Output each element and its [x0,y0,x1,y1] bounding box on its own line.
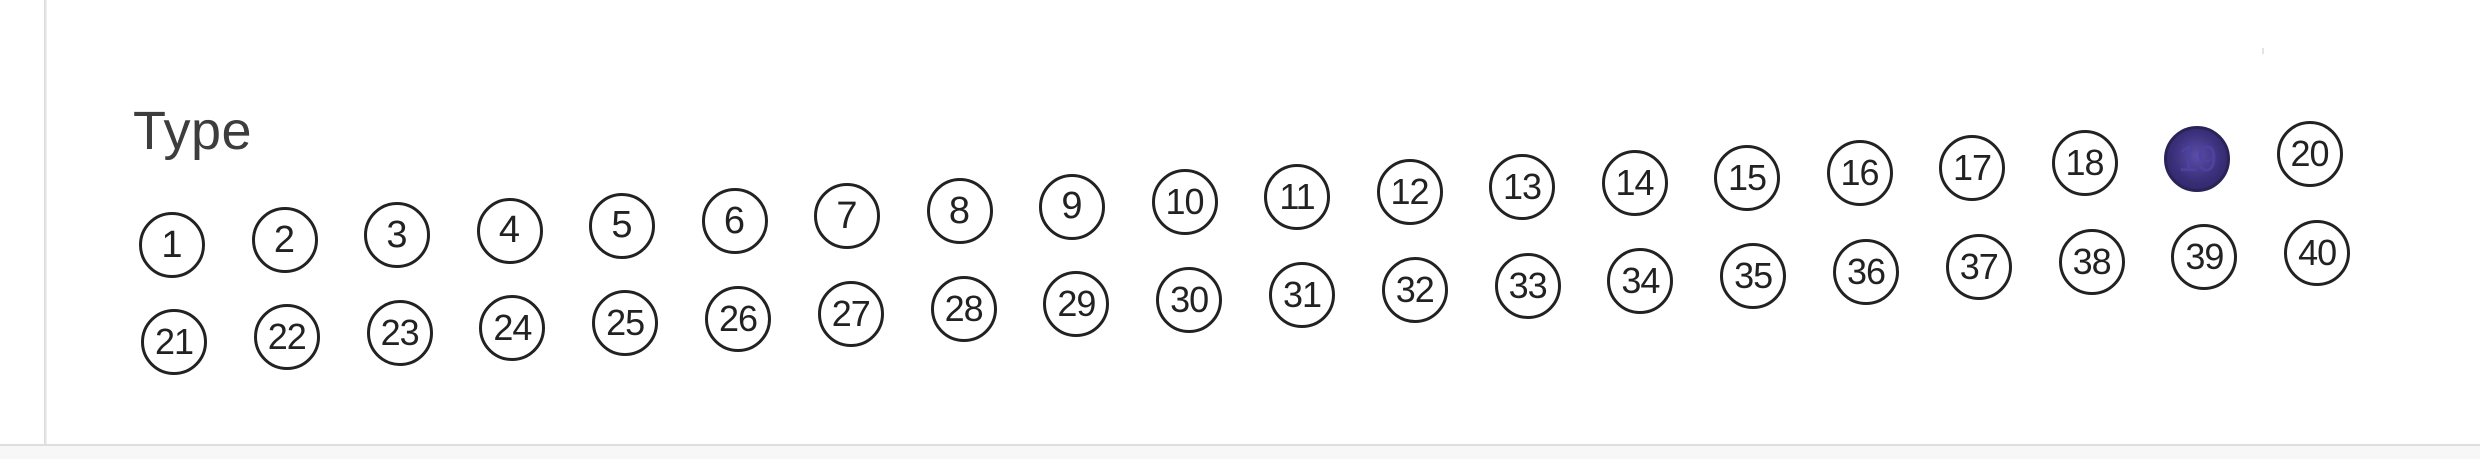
type-option-16[interactable]: 16 [1826,140,1893,206]
type-option-28[interactable]: 28 [930,276,997,343]
type-option-3[interactable]: 3 [364,202,430,269]
type-option-9[interactable]: 9 [1039,173,1105,240]
type-option-37[interactable]: 37 [1945,233,2012,300]
type-option-36[interactable]: 36 [1833,238,1899,305]
type-option-23[interactable]: 23 [366,299,433,366]
type-option-31[interactable]: 31 [1269,262,1335,328]
type-option-30[interactable]: 30 [1156,266,1223,333]
type-option-17[interactable]: 17 [1939,135,2005,202]
type-option-7[interactable]: 7 [814,183,880,250]
type-option-4[interactable]: 4 [476,197,543,264]
type-option-8[interactable]: 8 [926,178,993,245]
type-option-5[interactable]: 5 [589,192,655,259]
type-option-26[interactable]: 26 [705,285,771,352]
type-option-27[interactable]: 27 [817,280,884,347]
type-option-32[interactable]: 32 [1381,257,1448,324]
type-option-22[interactable]: 22 [253,304,320,371]
type-option-2[interactable]: 2 [251,207,318,274]
paper-speck [2262,48,2264,54]
type-option-40[interactable]: 40 [2284,219,2351,286]
type-option-25[interactable]: 25 [592,290,659,357]
type-option-34[interactable]: 34 [1607,247,1674,314]
type-option-35[interactable]: 35 [1720,243,1787,310]
type-option-24[interactable]: 24 [479,294,546,361]
type-option-20[interactable]: 20 [2276,120,2343,187]
type-option-15[interactable]: 15 [1714,144,1780,211]
answer-sheet: Type 1 2 3 4 5 6 7 8 9 10 11 12 13 14 15 16 17 18 19 20 21 22… [0,0,2480,459]
type-option-11[interactable]: 11 [1264,164,1330,230]
type-option-12[interactable]: 12 [1376,159,1443,226]
type-option-19[interactable]: 19 [2164,125,2230,192]
type-option-10[interactable]: 10 [1151,168,1218,235]
type-option-14[interactable]: 14 [1601,149,1668,216]
type-option-18[interactable]: 18 [2051,130,2118,197]
type-option-38[interactable]: 38 [2058,229,2125,296]
type-option-33[interactable]: 33 [1494,252,1561,319]
paper-left-edge [44,0,47,445]
type-option-39[interactable]: 39 [2171,224,2238,291]
type-option-1[interactable]: 1 [139,212,205,278]
type-option-13[interactable]: 13 [1489,154,1555,221]
type-option-6[interactable]: 6 [701,188,768,254]
type-label: Type [133,101,253,161]
type-option-29[interactable]: 29 [1043,271,1110,338]
type-option-21[interactable]: 21 [141,309,207,375]
